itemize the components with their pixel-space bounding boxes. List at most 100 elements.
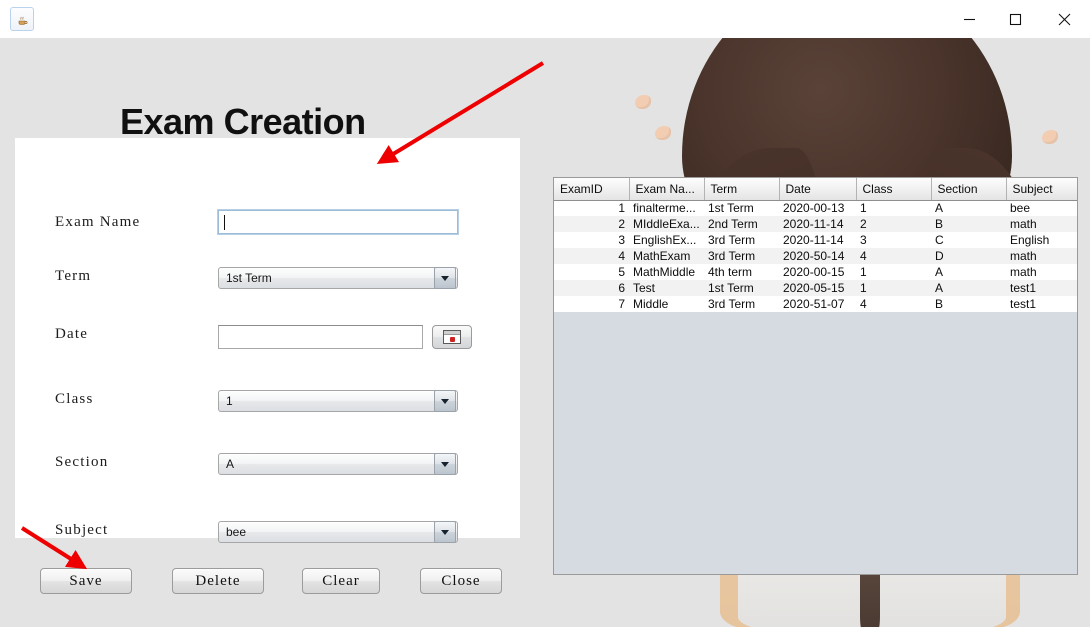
- table-row[interactable]: 7 Middle 3rd Term 2020-51-07 4 B test1: [554, 296, 1077, 312]
- cell-section: C: [931, 232, 1006, 248]
- cell-section: A: [931, 280, 1006, 296]
- table-row[interactable]: 1 finalterme... 1st Term 2020-00-13 1 A …: [554, 200, 1077, 216]
- cell-examid: 7: [554, 296, 629, 312]
- delete-button[interactable]: Delete: [172, 568, 264, 594]
- cell-class: 3: [856, 232, 931, 248]
- cell-section: A: [931, 200, 1006, 216]
- column-header-section[interactable]: Section: [931, 178, 1006, 200]
- cell-examname: MIddleExa...: [629, 216, 704, 232]
- label-section: Section: [55, 454, 220, 471]
- cell-examid: 2: [554, 216, 629, 232]
- cell-section: B: [931, 296, 1006, 312]
- cell-examname: finalterme...: [629, 200, 704, 216]
- cell-subject: test1: [1006, 280, 1077, 296]
- cell-term: 1st Term: [704, 200, 779, 216]
- table-row[interactable]: 6 Test 1st Term 2020-05-15 1 A test1: [554, 280, 1077, 296]
- chevron-down-icon[interactable]: [434, 453, 456, 475]
- exam-list-table[interactable]: ExamID Exam Na... Term Date Class Sectio…: [554, 178, 1077, 312]
- label-exam-name: Exam Name: [55, 214, 220, 231]
- chevron-down-icon[interactable]: [434, 390, 456, 412]
- cell-class: 4: [856, 296, 931, 312]
- form-action-buttons: Save Delete Clear Close: [0, 568, 520, 608]
- cell-examid: 1: [554, 200, 629, 216]
- application-window: Exam Creation Exam Name Term 1st Term Da…: [0, 0, 1090, 627]
- cell-date: 2020-05-15: [779, 280, 856, 296]
- exam-list-table-panel[interactable]: ExamID Exam Na... Term Date Class Sectio…: [553, 177, 1078, 575]
- clear-button[interactable]: Clear: [302, 568, 380, 594]
- class-combobox[interactable]: 1: [218, 390, 458, 412]
- cell-date: 2020-11-14: [779, 216, 856, 232]
- minimize-button[interactable]: [946, 0, 992, 38]
- text-caret: [224, 215, 225, 230]
- cell-subject: math: [1006, 248, 1077, 264]
- cell-class: 1: [856, 280, 931, 296]
- subject-value: bee: [219, 525, 434, 539]
- table-row[interactable]: 4 MathExam 3rd Term 2020-50-14 4 D math: [554, 248, 1077, 264]
- cell-date: 2020-51-07: [779, 296, 856, 312]
- table-header-row: ExamID Exam Na... Term Date Class Sectio…: [554, 178, 1077, 200]
- label-subject: Subject: [55, 522, 220, 539]
- cell-section: D: [931, 248, 1006, 264]
- table-empty-area: [554, 312, 1077, 575]
- cell-subject: test1: [1006, 296, 1077, 312]
- java-coffee-cup-icon: [10, 7, 34, 31]
- cell-date: 2020-00-13: [779, 200, 856, 216]
- cell-term: 3rd Term: [704, 296, 779, 312]
- subject-combobox[interactable]: bee: [218, 521, 458, 543]
- label-class: Class: [55, 391, 220, 408]
- column-header-date[interactable]: Date: [779, 178, 856, 200]
- cell-subject: bee: [1006, 200, 1077, 216]
- form-row-class: Class 1: [0, 383, 505, 423]
- cell-examid: 5: [554, 264, 629, 280]
- table-row[interactable]: 2 MIddleExa... 2nd Term 2020-11-14 2 B m…: [554, 216, 1077, 232]
- close-button[interactable]: Close: [420, 568, 502, 594]
- cell-term: 3rd Term: [704, 248, 779, 264]
- cell-examname: MathMiddle: [629, 264, 704, 280]
- cell-examname: MathExam: [629, 248, 704, 264]
- column-header-term[interactable]: Term: [704, 178, 779, 200]
- term-value: 1st Term: [219, 271, 434, 285]
- column-header-examid[interactable]: ExamID: [554, 178, 629, 200]
- term-combobox[interactable]: 1st Term: [218, 267, 458, 289]
- form-row-term: Term 1st Term: [0, 260, 505, 300]
- section-combobox[interactable]: A: [218, 453, 458, 475]
- maximize-button[interactable]: [992, 0, 1038, 38]
- class-value: 1: [219, 394, 434, 408]
- cell-examname: EnglishEx...: [629, 232, 704, 248]
- window-titlebar: [0, 0, 1090, 39]
- table-body: 1 finalterme... 1st Term 2020-00-13 1 A …: [554, 200, 1077, 312]
- column-header-subject[interactable]: Subject: [1006, 178, 1077, 200]
- cell-examid: 3: [554, 232, 629, 248]
- cell-examname: Middle: [629, 296, 704, 312]
- cell-date: 2020-11-14: [779, 232, 856, 248]
- cell-examname: Test: [629, 280, 704, 296]
- table-row[interactable]: 3 EnglishEx... 3rd Term 2020-11-14 3 C E…: [554, 232, 1077, 248]
- date-input[interactable]: [218, 325, 423, 349]
- page-title: Exam Creation: [120, 101, 366, 143]
- section-value: A: [219, 457, 434, 471]
- cell-term: 3rd Term: [704, 232, 779, 248]
- cell-date: 2020-50-14: [779, 248, 856, 264]
- cell-section: A: [931, 264, 1006, 280]
- save-button[interactable]: Save: [40, 568, 132, 594]
- column-header-class[interactable]: Class: [856, 178, 931, 200]
- date-picker-button[interactable]: [432, 325, 472, 349]
- cell-date: 2020-00-15: [779, 264, 856, 280]
- cell-class: 4: [856, 248, 931, 264]
- form-row-section: Section A: [0, 446, 505, 486]
- cell-examid: 6: [554, 280, 629, 296]
- table-row[interactable]: 5 MathMiddle 4th term 2020-00-15 1 A mat…: [554, 264, 1077, 280]
- chevron-down-icon[interactable]: [434, 267, 456, 289]
- cell-examid: 4: [554, 248, 629, 264]
- close-button[interactable]: [1038, 0, 1090, 38]
- cell-term: 1st Term: [704, 280, 779, 296]
- form-row-date: Date: [0, 320, 505, 360]
- cell-subject: math: [1006, 264, 1077, 280]
- chevron-down-icon[interactable]: [434, 521, 456, 543]
- exam-name-input[interactable]: [218, 210, 458, 234]
- cell-class: 1: [856, 200, 931, 216]
- cell-term: 4th term: [704, 264, 779, 280]
- window-content: Exam Creation Exam Name Term 1st Term Da…: [0, 38, 1090, 627]
- form-row-subject: Subject bee: [0, 514, 505, 554]
- column-header-examname[interactable]: Exam Na...: [629, 178, 704, 200]
